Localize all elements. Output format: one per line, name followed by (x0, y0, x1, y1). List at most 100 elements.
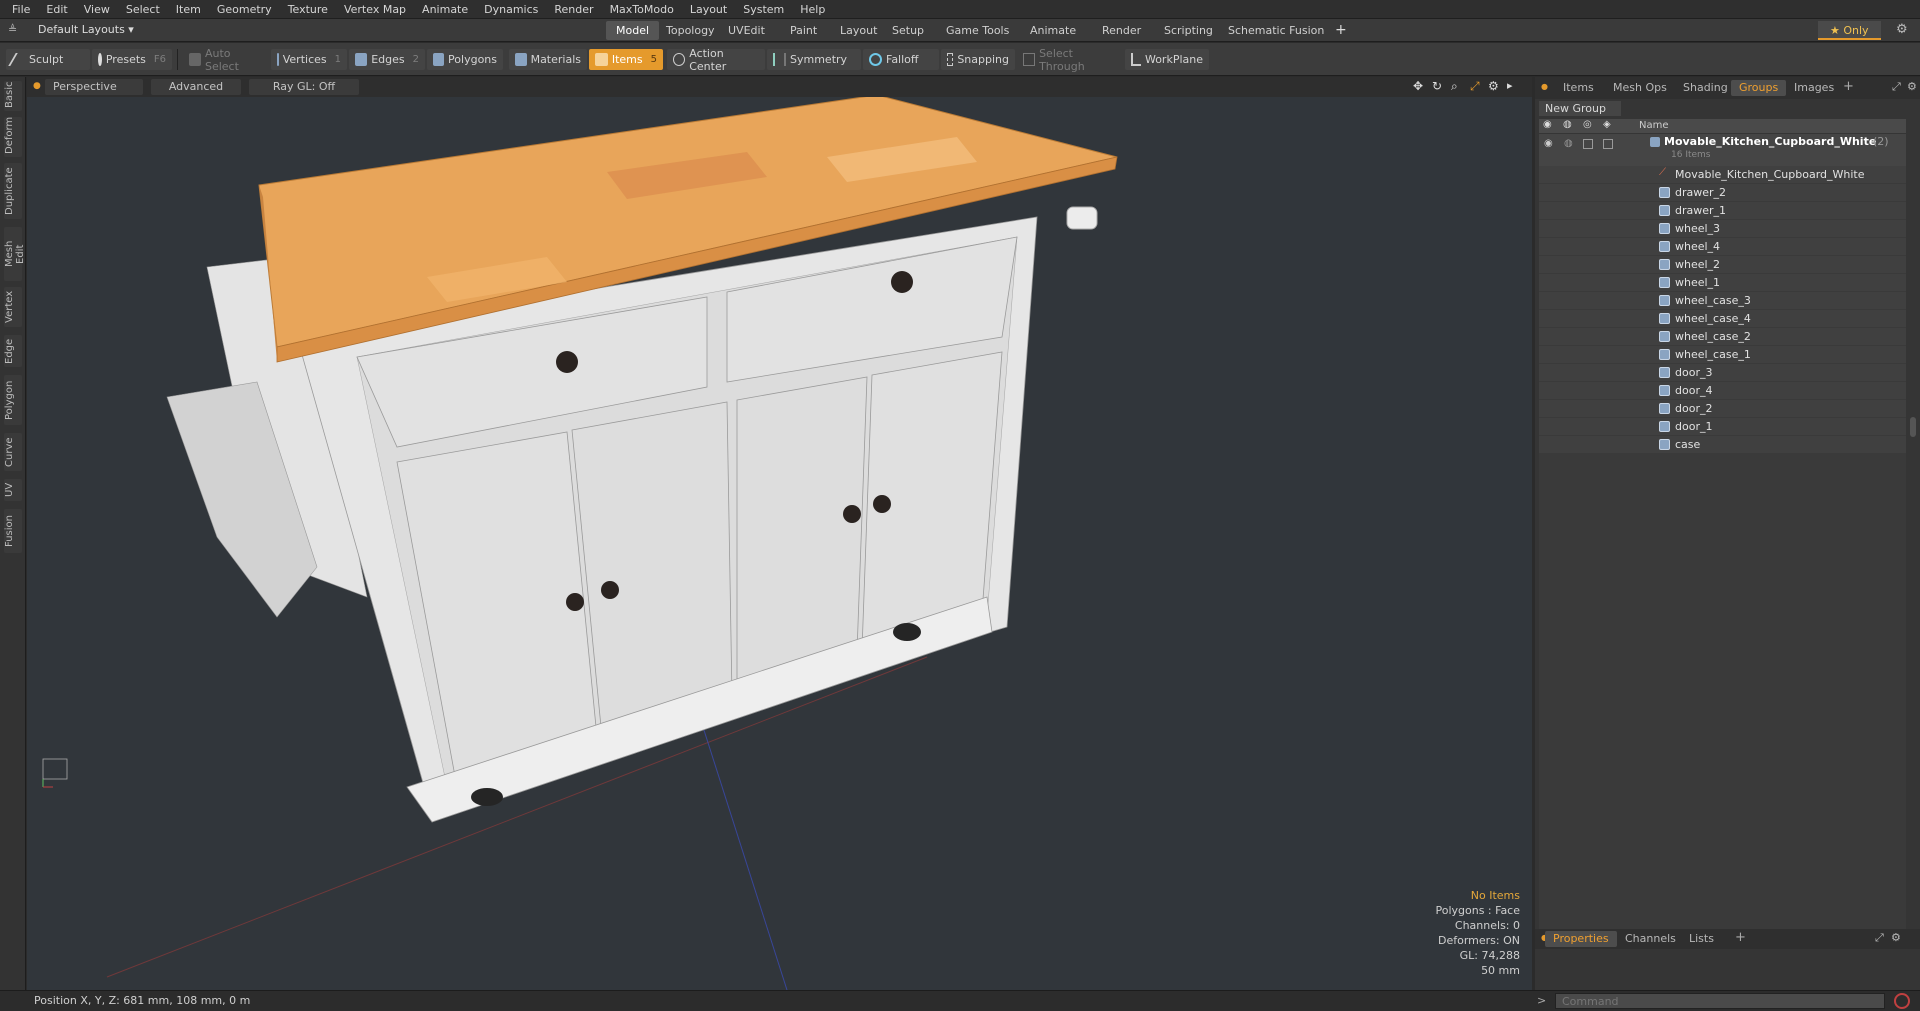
edges-button[interactable]: Edges 2 (349, 49, 425, 70)
shading-dropdown[interactable]: Advanced (151, 79, 241, 95)
command-input[interactable] (1555, 993, 1885, 1009)
list-item[interactable]: wheel_case_2 (1539, 328, 1906, 346)
layout-tab-render[interactable]: Render (1092, 21, 1151, 40)
list-item[interactable]: door_3 (1539, 364, 1906, 382)
move-view-icon[interactable]: ✥ (1413, 79, 1423, 93)
add-layout-icon[interactable]: + (1335, 22, 1347, 38)
list-item[interactable]: drawer_1 (1539, 202, 1906, 220)
render-column-icon[interactable]: ◍ (1563, 119, 1572, 130)
menu-file[interactable]: File (6, 3, 40, 16)
layout-tab-scripting[interactable]: Scripting (1154, 21, 1223, 40)
layout-tab-topology[interactable]: Topology (656, 21, 725, 40)
auto-select-button[interactable]: Auto Select (183, 47, 269, 73)
menu-edit[interactable]: Edit (40, 3, 77, 16)
presets-button[interactable]: Presets F6 (92, 49, 172, 70)
3d-viewport[interactable]: ● Perspective Advanced Ray GL: Off ✥ ↻ ⌕… (27, 77, 1532, 990)
left-tab-polygon[interactable]: Polygon (4, 375, 22, 425)
add-panel-tab-icon[interactable]: + (1843, 79, 1854, 94)
menu-help[interactable]: Help (794, 3, 835, 16)
layout-tab-game-tools[interactable]: Game Tools (936, 21, 1019, 40)
panel-tab-mesh-ops[interactable]: Mesh Ops (1605, 80, 1675, 96)
left-tab-uv[interactable]: UV (4, 479, 22, 501)
layout-menu-icon[interactable]: ≜ (8, 23, 17, 36)
menu-render[interactable]: Render (548, 3, 603, 16)
left-tab-fusion[interactable]: Fusion (4, 509, 22, 553)
falloff-button[interactable]: Falloff (863, 49, 939, 70)
layout-tab-model[interactable]: Model (606, 21, 660, 40)
left-tab-vertex[interactable]: Vertex (4, 287, 22, 327)
panel-expand-icon[interactable]: ⤢ (1892, 80, 1901, 94)
list-item[interactable]: wheel_1 (1539, 274, 1906, 292)
list-item[interactable]: door_2 (1539, 400, 1906, 418)
vertices-button[interactable]: Vertices 1 (271, 49, 347, 70)
menu-geometry[interactable]: Geometry (211, 3, 282, 16)
left-tab-edge[interactable]: Edge (4, 335, 22, 367)
bottom-tab-properties[interactable]: Properties (1545, 931, 1617, 947)
menu-texture[interactable]: Texture (282, 3, 338, 16)
list-item[interactable]: drawer_2 (1539, 184, 1906, 202)
list-item[interactable]: door_4 (1539, 382, 1906, 400)
layout-dropdown[interactable]: Default Layouts ▾ (38, 23, 134, 36)
panel-tab-shading[interactable]: Shading (1675, 80, 1736, 96)
list-item[interactable]: wheel_case_3 (1539, 292, 1906, 310)
visibility-column-icon[interactable]: ◉ (1543, 119, 1552, 130)
group-render-icon[interactable]: ◍ (1564, 138, 1573, 149)
menu-system[interactable]: System (737, 3, 794, 16)
view-type-dropdown[interactable]: Perspective (45, 79, 143, 95)
bottom-expand-icon[interactable]: ⤢ (1875, 931, 1884, 945)
list-item[interactable]: wheel_2 (1539, 256, 1906, 274)
symmetry-button[interactable]: Symmetry (767, 49, 861, 70)
materials-button[interactable]: Materials (509, 49, 587, 70)
action-center-button[interactable]: Action Center (667, 47, 765, 73)
menu-item[interactable]: Item (170, 3, 211, 16)
left-tab-duplicate[interactable]: Duplicate (4, 163, 22, 219)
viewport-settings-icon[interactable]: ⚙ (1488, 79, 1499, 93)
name-column-header[interactable]: Name (1639, 120, 1669, 131)
menu-select[interactable]: Select (120, 3, 170, 16)
panel-menu-icon[interactable]: ● (1541, 82, 1548, 91)
layout-tab-paint[interactable]: Paint (780, 21, 827, 40)
menu-layout[interactable]: Layout (684, 3, 737, 16)
list-item[interactable]: ⟋ Movable_Kitchen_Cupboard_White (1539, 166, 1906, 184)
list-item[interactable]: door_1 (1539, 418, 1906, 436)
layout-tab-layout[interactable]: Layout (830, 21, 887, 40)
menu-animate[interactable]: Animate (416, 3, 478, 16)
raygl-dropdown[interactable]: Ray GL: Off (249, 79, 359, 95)
viewport-expand-icon[interactable]: ▸ (1507, 79, 1513, 92)
list-item[interactable]: wheel_case_1 (1539, 346, 1906, 364)
list-item[interactable]: wheel_4 (1539, 238, 1906, 256)
snapping-button[interactable]: Snapping (941, 49, 1015, 70)
list-item[interactable]: wheel_case_4 (1539, 310, 1906, 328)
panel-settings-icon[interactable]: ⚙ (1907, 80, 1917, 93)
menu-vertex-map[interactable]: Vertex Map (338, 3, 416, 16)
viewport-menu-icon[interactable]: ● (33, 81, 41, 91)
panel-tab-images[interactable]: Images (1786, 80, 1842, 96)
add-bottom-tab-icon[interactable]: + (1735, 930, 1746, 945)
workplane-button[interactable]: WorkPlane (1125, 49, 1209, 70)
list-item[interactable]: wheel_3 (1539, 220, 1906, 238)
group-select-checkbox[interactable] (1603, 139, 1613, 149)
layout-tab-schematic-fusion[interactable]: Schematic Fusion (1218, 21, 1334, 40)
fit-view-icon[interactable]: ⤢ (1470, 79, 1480, 94)
layout-tab-setup[interactable]: Setup (882, 21, 934, 40)
menu-dynamics[interactable]: Dynamics (478, 3, 548, 16)
layout-tab-uvedit[interactable]: UVEdit (718, 21, 775, 40)
polygons-button[interactable]: Polygons (427, 49, 503, 70)
lock-column-icon[interactable]: ◎ (1583, 119, 1592, 130)
left-tab-basic[interactable]: Basic (4, 81, 22, 111)
bottom-settings-icon[interactable]: ⚙ (1891, 931, 1901, 944)
left-tab-mesh-edit[interactable]: Mesh Edit (4, 227, 26, 281)
group-visibility-icon[interactable]: ◉ (1544, 138, 1553, 149)
left-tab-deform[interactable]: Deform (4, 117, 22, 157)
menu-maxtomodo[interactable]: MaxToModo (604, 3, 684, 16)
list-item[interactable]: case (1539, 436, 1906, 454)
rotate-view-icon[interactable]: ↻ (1432, 79, 1442, 93)
items-button[interactable]: Items 5 (589, 49, 663, 70)
group-lock-checkbox[interactable] (1583, 139, 1593, 149)
bottom-tab-channels[interactable]: Channels (1617, 931, 1684, 947)
only-toggle[interactable]: ★ Only (1818, 21, 1881, 40)
list-scrollbar[interactable] (1910, 417, 1916, 437)
new-group-button[interactable]: New Group (1539, 101, 1621, 116)
layout-tab-animate[interactable]: Animate (1020, 21, 1086, 40)
group-row[interactable]: ◉ ◍ Movable_Kitchen_Cupboard_White (2) 1… (1539, 134, 1906, 166)
